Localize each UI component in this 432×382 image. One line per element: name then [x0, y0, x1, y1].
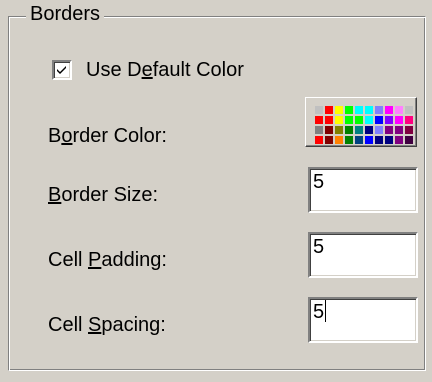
color-swatch	[325, 126, 333, 134]
color-swatch	[375, 136, 383, 144]
color-swatch	[405, 136, 413, 144]
color-swatch	[405, 116, 413, 124]
cell-padding-label: Cell Padding:	[48, 248, 167, 272]
label-text: pacing:	[101, 314, 166, 336]
color-swatch	[395, 126, 403, 134]
cell-spacing-label: Cell Spacing:	[48, 313, 166, 337]
color-swatch	[355, 136, 363, 144]
color-swatch	[335, 136, 343, 144]
label-text: B	[48, 125, 62, 147]
color-swatch	[325, 106, 333, 114]
color-swatch	[315, 106, 323, 114]
color-swatch	[315, 116, 323, 124]
border-size-label: Border Size:	[48, 183, 158, 207]
label-text: Cell	[48, 249, 89, 271]
color-swatch	[345, 116, 353, 124]
color-swatch	[375, 126, 383, 134]
color-swatch	[345, 126, 353, 134]
color-swatch	[335, 116, 343, 124]
color-swatch	[375, 116, 383, 124]
label-text: rder Color:	[72, 125, 167, 147]
color-swatch	[345, 106, 353, 114]
color-swatch	[405, 126, 413, 134]
label-text: adding:	[101, 249, 167, 271]
color-swatch	[315, 126, 323, 134]
color-swatch	[385, 106, 393, 114]
use-default-color-label[interactable]: Use Default Color	[86, 58, 244, 82]
color-swatch	[315, 136, 323, 144]
color-swatch	[385, 116, 393, 124]
cell-spacing-input[interactable]: 5	[308, 297, 418, 343]
label-text: order Size:	[61, 184, 159, 206]
color-swatch	[355, 126, 363, 134]
color-swatch	[385, 126, 393, 134]
label-text: Use D	[86, 59, 142, 81]
field-value: 5	[313, 236, 325, 258]
color-swatch	[395, 116, 403, 124]
color-swatch	[335, 126, 343, 134]
border-size-input[interactable]: 5	[308, 167, 418, 213]
label-text: fault Color	[152, 59, 244, 81]
mnemonic-letter: P	[88, 249, 102, 271]
color-swatch	[345, 136, 353, 144]
color-swatch	[405, 106, 413, 114]
cell-padding-input[interactable]: 5	[308, 232, 418, 278]
color-swatch	[365, 126, 373, 134]
mnemonic-letter: B	[48, 184, 62, 206]
color-swatch	[365, 116, 373, 124]
field-value: 5	[313, 171, 325, 193]
mnemonic-letter: o	[61, 125, 73, 147]
group-title: Borders	[26, 2, 105, 26]
label-text: Cell	[48, 314, 89, 336]
color-palette-icon	[315, 106, 413, 144]
mnemonic-letter: S	[88, 314, 102, 336]
use-default-color-checkbox[interactable]	[52, 60, 72, 80]
color-swatch	[365, 136, 373, 144]
color-swatch	[395, 136, 403, 144]
border-color-label: Border Color:	[48, 124, 167, 148]
text-caret	[325, 300, 327, 322]
color-swatch	[325, 136, 333, 144]
color-swatch	[355, 116, 363, 124]
checkmark-icon	[57, 66, 66, 74]
color-swatch	[375, 106, 383, 114]
color-swatch	[385, 136, 393, 144]
color-swatch	[355, 106, 363, 114]
color-swatch	[395, 106, 403, 114]
color-swatch	[365, 106, 373, 114]
mnemonic-letter: e	[141, 59, 153, 81]
border-color-picker-button[interactable]	[305, 97, 417, 147]
color-swatch	[325, 116, 333, 124]
field-value: 5	[313, 301, 325, 323]
color-swatch	[335, 106, 343, 114]
